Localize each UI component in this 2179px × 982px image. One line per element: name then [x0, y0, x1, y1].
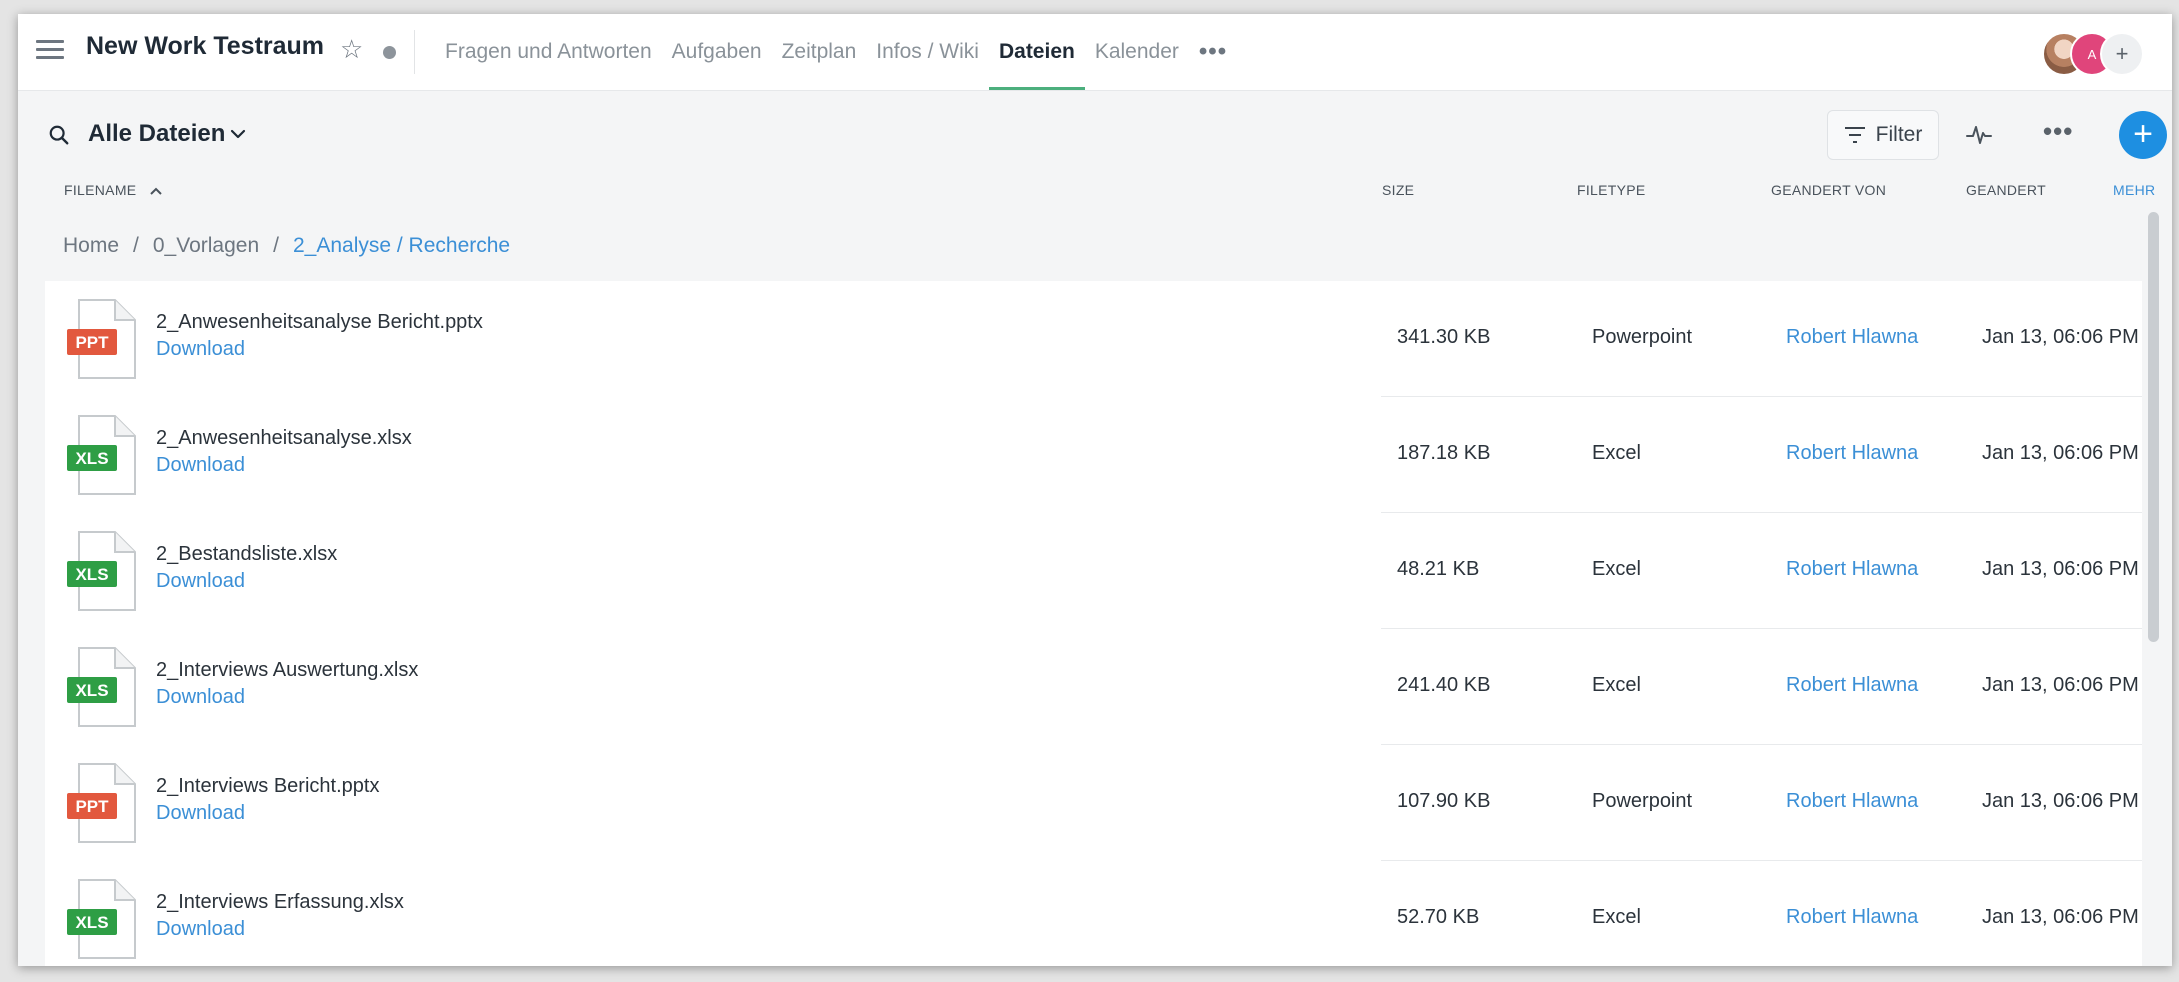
svg-text:PPT: PPT — [75, 797, 109, 816]
changed-date: Jan 13, 06:06 PM — [1982, 906, 2139, 928]
svg-text:XLS: XLS — [75, 565, 108, 584]
file-type: Excel — [1592, 442, 1641, 464]
file-type: Excel — [1592, 674, 1641, 696]
table-row[interactable]: XLS 2_Interviews Auswertung.xlsx Downloa… — [45, 629, 2142, 745]
column-header-filetype[interactable]: FILETYPE — [1577, 182, 1646, 198]
table-row[interactable]: PPT 2_Interviews Bericht.pptx Download 1… — [45, 745, 2142, 861]
changed-by-link[interactable]: Robert Hlawna — [1786, 442, 1918, 465]
svg-text:XLS: XLS — [75, 913, 108, 932]
file-size: 341.30 KB — [1397, 326, 1491, 348]
file-size: 48.21 KB — [1397, 558, 1480, 580]
file-size: 241.40 KB — [1397, 674, 1491, 696]
activity-icon[interactable] — [1966, 122, 1992, 148]
file-name[interactable]: 2_Anwesenheitsanalyse Bericht.pptx — [156, 311, 483, 334]
file-name[interactable]: 2_Interviews Auswertung.xlsx — [156, 659, 418, 682]
more-options-button[interactable]: ••• — [2043, 116, 2073, 147]
download-link[interactable]: Download — [156, 802, 245, 825]
excel-file-icon: XLS — [67, 531, 136, 611]
breadcrumb-separator: / — [273, 234, 279, 257]
tab-fragen-und-antworten[interactable]: Fragen und Antworten — [435, 14, 662, 90]
file-name[interactable]: 2_Interviews Erfassung.xlsx — [156, 891, 404, 914]
download-link[interactable]: Download — [156, 570, 245, 593]
view-selector[interactable]: Alle Dateien — [88, 120, 225, 148]
column-header-size[interactable]: SIZE — [1382, 182, 1414, 198]
table-row[interactable]: XLS 2_Interviews Erfassung.xlsx Download… — [45, 861, 2142, 966]
more-columns-link[interactable]: MEHR — [2113, 182, 2155, 198]
column-header-changed-by[interactable]: GEANDERT VON — [1771, 182, 1886, 198]
status-dot-icon — [383, 46, 396, 59]
search-icon[interactable] — [48, 124, 70, 146]
download-link[interactable]: Download — [156, 686, 245, 709]
nav-divider — [414, 30, 415, 74]
filter-icon — [1844, 127, 1865, 143]
powerpoint-file-icon: PPT — [67, 299, 136, 379]
scrollbar-thumb[interactable] — [2148, 212, 2159, 642]
file-type: Powerpoint — [1592, 326, 1693, 348]
add-member-button[interactable]: + — [2100, 32, 2144, 76]
file-name[interactable]: 2_Anwesenheitsanalyse.xlsx — [156, 427, 412, 450]
changed-by-link[interactable]: Robert Hlawna — [1786, 906, 1918, 929]
breadcrumb-separator: / — [133, 234, 139, 257]
tab-zeitplan[interactable]: Zeitplan — [772, 14, 867, 90]
file-name[interactable]: 2_Interviews Bericht.pptx — [156, 775, 379, 798]
excel-file-icon: XLS — [67, 879, 136, 959]
powerpoint-file-icon: PPT — [67, 763, 136, 843]
svg-text:PPT: PPT — [75, 333, 109, 352]
download-link[interactable]: Download — [156, 338, 245, 361]
add-file-button[interactable]: + — [2119, 111, 2167, 159]
menu-icon[interactable] — [36, 36, 64, 64]
sort-ascending-icon — [149, 187, 162, 195]
breadcrumb-home[interactable]: Home — [63, 234, 119, 257]
changed-by-link[interactable]: Robert Hlawna — [1786, 326, 1918, 349]
svg-text:XLS: XLS — [75, 449, 108, 468]
changed-date: Jan 13, 06:06 PM — [1982, 790, 2139, 812]
workspace-tabs: Fragen und Antworten Aufgaben Zeitplan I… — [435, 14, 1237, 90]
table-row[interactable]: XLS 2_Anwesenheitsanalyse.xlsx Download … — [45, 397, 2142, 513]
column-header-filename[interactable]: FILENAME — [64, 182, 163, 198]
file-size: 107.90 KB — [1397, 790, 1491, 812]
svg-text:XLS: XLS — [75, 681, 108, 700]
breadcrumb-current-folder[interactable]: 2_Analyse / Recherche — [293, 234, 510, 257]
changed-date: Jan 13, 06:06 PM — [1982, 326, 2139, 348]
column-header-label: FILENAME — [64, 182, 137, 198]
more-tabs-button[interactable]: ••• — [1189, 14, 1237, 90]
breadcrumb: Home / 0_Vorlagen / 2_Analyse / Recherche — [63, 234, 510, 258]
changed-by-link[interactable]: Robert Hlawna — [1786, 790, 1918, 813]
changed-by-link[interactable]: Robert Hlawna — [1786, 674, 1918, 697]
file-type: Excel — [1592, 558, 1641, 580]
changed-date: Jan 13, 06:06 PM — [1982, 674, 2139, 696]
changed-by-link[interactable]: Robert Hlawna — [1786, 558, 1918, 581]
table-row[interactable]: XLS 2_Bestandsliste.xlsx Download 48.21 … — [45, 513, 2142, 629]
tab-infos-wiki[interactable]: Infos / Wiki — [866, 14, 989, 90]
table-row[interactable]: PPT 2_Anwesenheitsanalyse Bericht.pptx D… — [45, 281, 2142, 397]
changed-date: Jan 13, 06:06 PM — [1982, 442, 2139, 464]
top-navigation-bar: New Work Testraum ☆ Fragen und Antworten… — [18, 14, 2172, 91]
breadcrumb-folder[interactable]: 0_Vorlagen — [153, 234, 259, 257]
column-header-changed[interactable]: GEANDERT — [1966, 182, 2046, 198]
download-link[interactable]: Download — [156, 454, 245, 477]
tab-kalender[interactable]: Kalender — [1085, 14, 1189, 90]
workspace-title: New Work Testraum — [86, 32, 325, 60]
star-icon[interactable]: ☆ — [340, 36, 363, 62]
filter-button[interactable]: Filter — [1827, 110, 1939, 160]
tab-dateien[interactable]: Dateien — [988, 14, 1085, 90]
changed-date: Jan 13, 06:06 PM — [1982, 558, 2139, 580]
file-size: 52.70 KB — [1397, 906, 1480, 928]
file-type: Powerpoint — [1592, 790, 1693, 812]
download-link[interactable]: Download — [156, 918, 245, 941]
tab-aufgaben[interactable]: Aufgaben — [662, 14, 772, 90]
file-size: 187.18 KB — [1397, 442, 1491, 464]
file-type: Excel — [1592, 906, 1641, 928]
app-window: New Work Testraum ☆ Fragen und Antworten… — [18, 14, 2172, 966]
excel-file-icon: XLS — [67, 647, 136, 727]
filter-label: Filter — [1875, 123, 1923, 146]
member-avatars: A + — [2042, 30, 2152, 76]
chevron-down-icon[interactable] — [228, 124, 248, 144]
file-name[interactable]: 2_Bestandsliste.xlsx — [156, 543, 337, 566]
file-list: PPT 2_Anwesenheitsanalyse Bericht.pptx D… — [45, 281, 2142, 966]
excel-file-icon: XLS — [67, 415, 136, 495]
